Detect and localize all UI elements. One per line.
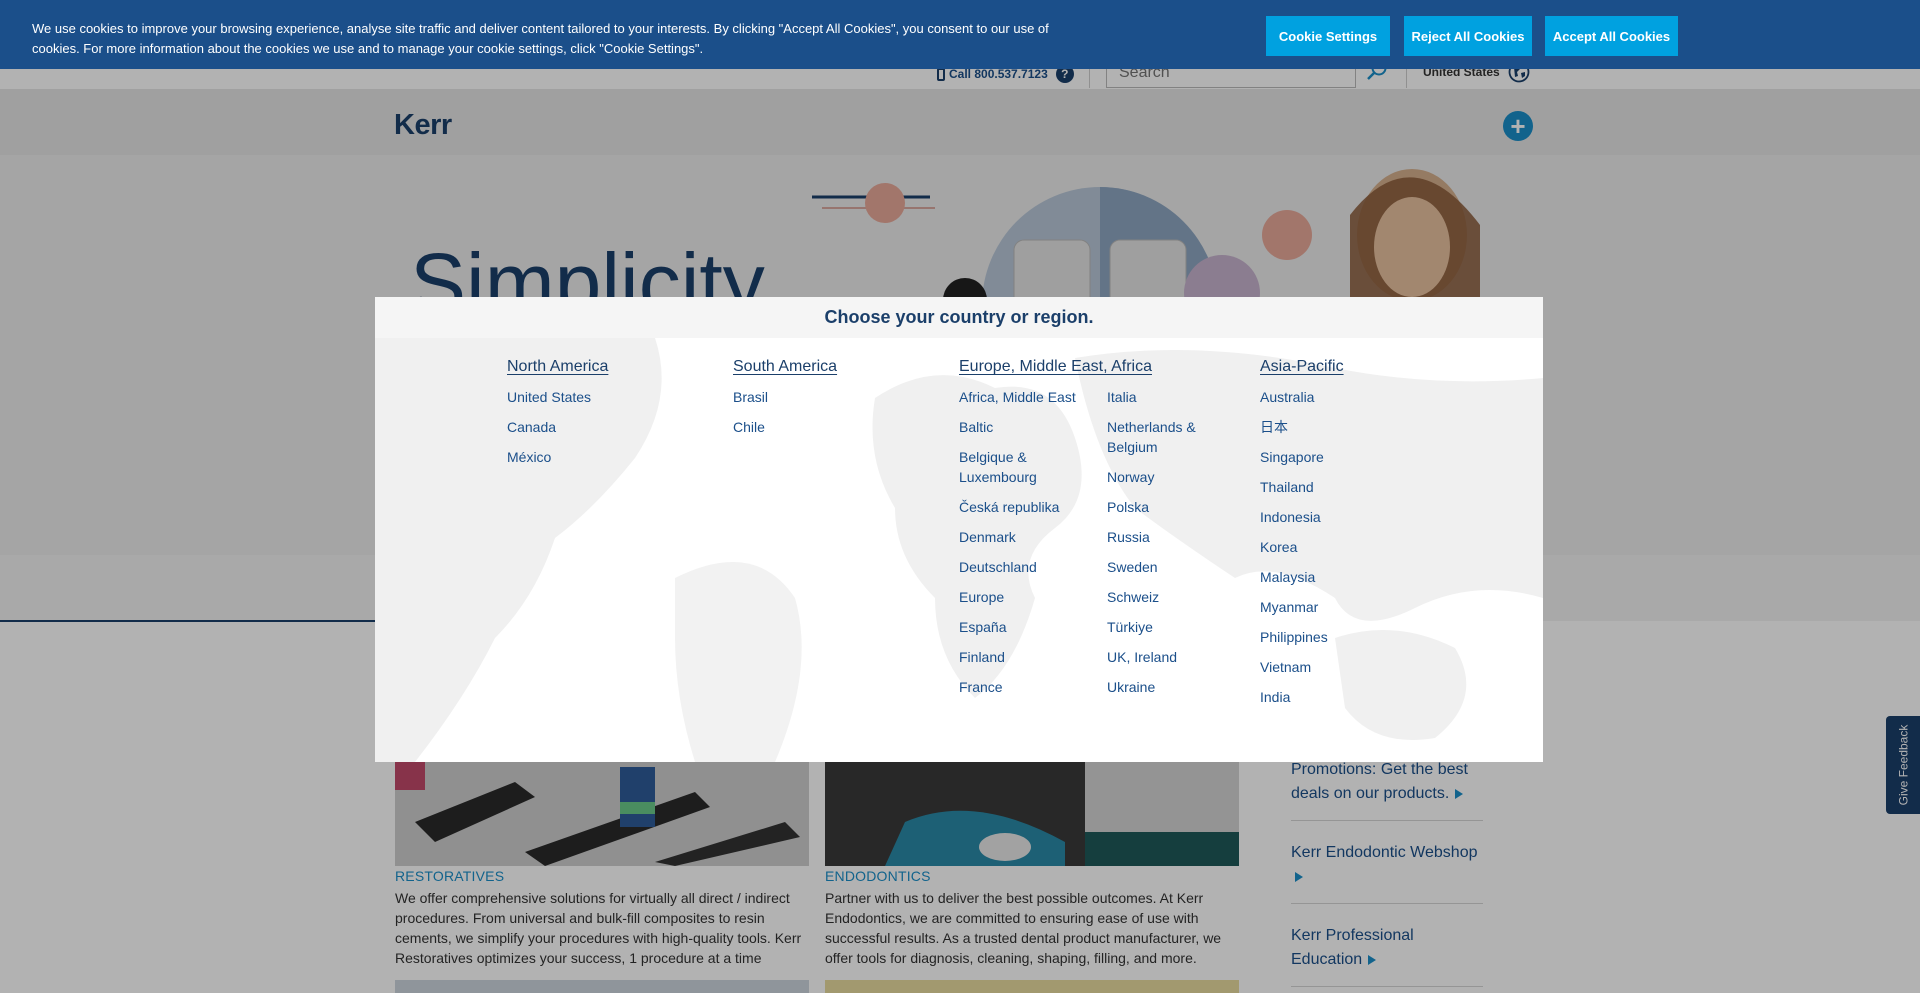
- country-link[interactable]: Deutschland: [959, 557, 1107, 577]
- country-link[interactable]: Russia: [1107, 527, 1227, 547]
- country-list: Australia 日本 Singapore Thailand Indonesi…: [1260, 387, 1344, 707]
- country-link[interactable]: México: [507, 447, 608, 467]
- country-link[interactable]: Malaysia: [1260, 567, 1344, 587]
- country-link[interactable]: Belgique & Luxembourg: [959, 447, 1107, 487]
- country-link[interactable]: Chile: [733, 417, 837, 437]
- country-link[interactable]: Philippines: [1260, 627, 1344, 647]
- country-link[interactable]: España: [959, 617, 1107, 637]
- reject-all-cookies-button[interactable]: Reject All Cookies: [1404, 16, 1532, 56]
- country-link[interactable]: Vietnam: [1260, 657, 1344, 677]
- country-link[interactable]: Indonesia: [1260, 507, 1344, 527]
- country-link[interactable]: UK, Ireland: [1107, 647, 1227, 667]
- region-heading-emea[interactable]: Europe, Middle East, Africa: [959, 358, 1152, 376]
- country-list: Africa, Middle East Baltic Belgique & Lu…: [959, 387, 1107, 707]
- cookie-text: We use cookies to improve your browsing …: [32, 21, 1049, 56]
- country-link[interactable]: Africa, Middle East: [959, 387, 1107, 407]
- country-link[interactable]: Australia: [1260, 387, 1344, 407]
- region-south-america: South America Brasil Chile: [733, 358, 837, 447]
- country-link[interactable]: Sweden: [1107, 557, 1227, 577]
- region-heading-north-america[interactable]: North America: [507, 358, 608, 376]
- country-link[interactable]: Česká republika: [959, 497, 1107, 517]
- country-link[interactable]: Singapore: [1260, 447, 1344, 467]
- country-link[interactable]: Finland: [959, 647, 1107, 667]
- region-heading-south-america[interactable]: South America: [733, 358, 837, 376]
- region-north-america: North America United States Canada Méxic…: [507, 358, 608, 477]
- modal-title: Choose your country or region.: [824, 307, 1094, 327]
- country-link[interactable]: Polska: [1107, 497, 1227, 517]
- country-link[interactable]: Schweiz: [1107, 587, 1227, 607]
- cookie-banner: We use cookies to improve your browsing …: [0, 0, 1920, 69]
- country-list: United States Canada México: [507, 387, 608, 467]
- country-link[interactable]: Ukraine: [1107, 677, 1227, 697]
- region-modal: Choose your country or region. North Ame…: [375, 297, 1543, 762]
- country-link[interactable]: Baltic: [959, 417, 1107, 437]
- accept-all-cookies-button[interactable]: Accept All Cookies: [1545, 16, 1678, 56]
- region-heading-asia-pacific[interactable]: Asia-Pacific: [1260, 358, 1344, 376]
- emea-columns: Africa, Middle East Baltic Belgique & Lu…: [959, 387, 1249, 707]
- country-link[interactable]: Türkiye: [1107, 617, 1227, 637]
- country-link[interactable]: Myanmar: [1260, 597, 1344, 617]
- country-link[interactable]: Europe: [959, 587, 1107, 607]
- country-link[interactable]: Netherlands & Belgium: [1107, 417, 1227, 457]
- country-link[interactable]: Brasil: [733, 387, 837, 407]
- country-link[interactable]: Denmark: [959, 527, 1107, 547]
- country-link[interactable]: France: [959, 677, 1107, 697]
- cookie-settings-button[interactable]: Cookie Settings: [1266, 16, 1390, 56]
- country-link[interactable]: Canada: [507, 417, 608, 437]
- country-link[interactable]: Norway: [1107, 467, 1227, 487]
- country-link[interactable]: Thailand: [1260, 477, 1344, 497]
- country-link[interactable]: India: [1260, 687, 1344, 707]
- region-emea: Europe, Middle East, Africa Africa, Midd…: [959, 358, 1249, 707]
- country-link[interactable]: Korea: [1260, 537, 1344, 557]
- region-asia-pacific: Asia-Pacific Australia 日本 Singapore Thai…: [1260, 358, 1344, 717]
- country-list: Brasil Chile: [733, 387, 837, 437]
- country-link[interactable]: 日本: [1260, 417, 1344, 437]
- country-link[interactable]: Italia: [1107, 387, 1227, 407]
- country-list: Italia Netherlands & Belgium Norway Pols…: [1107, 387, 1227, 707]
- modal-header: Choose your country or region.: [375, 297, 1543, 338]
- country-link[interactable]: United States: [507, 387, 608, 407]
